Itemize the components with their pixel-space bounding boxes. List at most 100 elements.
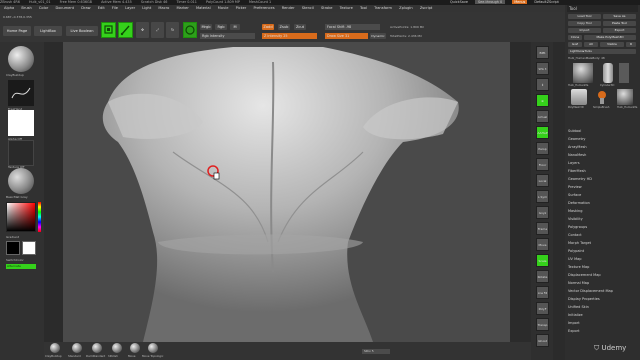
alternate-button[interactable]: Alternate (6, 264, 36, 269)
tool-menu-arraymesh[interactable]: ArrayMesh (568, 145, 587, 149)
see-through-slider[interactable]: See-through 0 (475, 0, 506, 4)
menu-zplugin[interactable]: Zplugin (399, 6, 413, 10)
zcut-button[interactable]: Zcut (294, 24, 306, 30)
local-button[interactable]: Local (536, 174, 549, 187)
brush-slot-move-topologic[interactable] (148, 343, 158, 353)
tool-thumb-polymesh[interactable] (619, 63, 629, 83)
draw-size-slider[interactable]: Draw Size 31 (325, 33, 368, 39)
tool-menu-vector-displacement-map[interactable]: Vector Displacement Map (568, 289, 613, 293)
tool-thumb-hulk[interactable] (573, 63, 593, 83)
r-button[interactable]: R (626, 42, 636, 47)
gxyz-button[interactable]: Gxyz (536, 206, 549, 219)
tool-menu-surface[interactable]: Surface (568, 193, 581, 197)
actual-button[interactable]: Actual (536, 110, 549, 123)
zsub-button[interactable]: Zsub (278, 24, 290, 30)
switch-color-button[interactable]: SwitchColor (6, 258, 24, 262)
transp-button[interactable]: Transp (536, 318, 549, 331)
menu-draw[interactable]: Draw (81, 6, 90, 10)
lightbox-button[interactable]: LightBox (34, 26, 62, 36)
tool-menu-import[interactable]: Import (568, 321, 580, 325)
color-picker[interactable] (6, 202, 36, 232)
brush-slot-move[interactable] (130, 343, 140, 353)
goz-button[interactable]: GoZ (568, 42, 582, 47)
brush-slot-hpolish[interactable] (112, 343, 122, 353)
paste-tool-button[interactable]: Paste Tool (603, 21, 636, 26)
tool-menu-deformation[interactable]: Deformation (568, 201, 590, 205)
line-fill-button[interactable]: Line Fill (536, 286, 549, 299)
menu-tool[interactable]: Tool (360, 6, 367, 10)
focal-shift-slider[interactable]: Focal Shift -98 (325, 24, 380, 30)
polyf-button[interactable]: PolyF (536, 302, 549, 315)
rgb-intensity-slider[interactable]: Rgb Intensity (200, 33, 255, 39)
dynamic-button[interactable]: Dynamic (370, 33, 386, 39)
tool-thumb-simplebrush[interactable] (593, 89, 611, 105)
tool-menu-texture-map[interactable]: Texture Map (568, 265, 589, 269)
tool-menu-uv-map[interactable]: UV Map (568, 257, 581, 261)
menu-texture[interactable]: Texture (340, 6, 353, 10)
lightbox-tools-button[interactable]: Lightbox▸Tools (568, 49, 636, 54)
tool-thumb-polymesh3d[interactable] (571, 89, 587, 105)
menu-movie[interactable]: Movie (218, 6, 229, 10)
home-page-button[interactable]: Home Page (3, 26, 31, 36)
m-button[interactable]: M (230, 24, 240, 30)
tool-menu-subtool[interactable]: Subtool (568, 129, 581, 133)
brush-selector[interactable] (8, 46, 34, 72)
rotate-mode-button[interactable]: ↻ (166, 22, 179, 38)
rotate-view-button[interactable]: Rotate (536, 270, 549, 283)
tool-menu-normal-map[interactable]: Normal Map (568, 281, 589, 285)
menu-transform[interactable]: Transform (374, 6, 392, 10)
frame-button[interactable]: Frame (536, 222, 549, 235)
zoom-button[interactable]: ⊕ (536, 94, 549, 107)
tool-menu-export[interactable]: Export (568, 329, 579, 333)
menu-file[interactable]: File (112, 6, 118, 10)
menus-button[interactable]: Menus (512, 0, 528, 4)
hue-slider[interactable] (38, 202, 41, 232)
bpr-button[interactable]: BPR (536, 46, 549, 59)
lsym-button[interactable]: L.Sym (536, 190, 549, 203)
ghost-button[interactable]: Ghost (536, 334, 549, 347)
brush-slot-damstandard[interactable] (92, 343, 102, 353)
menu-picker[interactable]: Picker (236, 6, 247, 10)
z-intensity-slider[interactable]: Z Intensity 25 (262, 33, 317, 39)
menu-brush[interactable]: Brush (21, 6, 31, 10)
tool-menu-contact[interactable]: Contact (568, 233, 582, 237)
import-button[interactable]: Import (568, 28, 601, 33)
menu-edit[interactable]: Edit (98, 6, 105, 10)
tool-menu-preview[interactable]: Preview (568, 185, 582, 189)
quicksave-button[interactable]: QuickSave (450, 0, 468, 4)
tool-menu-polygroups[interactable]: Polygroups (568, 225, 587, 229)
mrgb-button[interactable]: Mrgb (200, 24, 212, 30)
tool-thumb-hulk-2[interactable] (617, 89, 633, 105)
tool-menu-morph-target[interactable]: Morph Target (568, 241, 591, 245)
zadd-button[interactable]: Zadd (262, 24, 274, 30)
export-button[interactable]: Export (603, 28, 636, 33)
scale-view-button[interactable]: Scale (536, 254, 549, 267)
menu-stroke[interactable]: Stroke (321, 6, 332, 10)
main-color-swatch[interactable] (22, 241, 36, 255)
floor-button[interactable]: Floor (536, 158, 549, 171)
menu-layer[interactable]: Layer (125, 6, 135, 10)
menu-color[interactable]: Color (39, 6, 48, 10)
tool-menu-unified-skin[interactable]: Unified Skin (568, 305, 589, 309)
alpha-selector[interactable] (8, 110, 34, 136)
default-zscript-button[interactable]: DefaultZScript (534, 0, 559, 4)
tool-thumb-cylinder[interactable] (603, 63, 613, 83)
rgb-button[interactable]: Rgb (215, 24, 227, 30)
menu-preferences[interactable]: Preferences (253, 6, 274, 10)
menu-zscript[interactable]: Zscript (420, 6, 432, 10)
copy-tool-button[interactable]: Copy Tool (568, 21, 601, 26)
aahalf-button[interactable]: AAHalf (536, 126, 549, 139)
draw-mode-button[interactable] (118, 22, 133, 38)
clone-button[interactable]: Clone (568, 35, 582, 40)
sdiv-slider[interactable]: SDiv 5 (362, 349, 390, 354)
tool-menu-geometry-hd[interactable]: Geometry HD (568, 177, 592, 181)
material-selector[interactable] (8, 168, 34, 194)
menu-render[interactable]: Render (282, 6, 295, 10)
secondary-color-swatch[interactable] (6, 241, 20, 255)
tool-menu-nanomesh[interactable]: NanoMesh (568, 153, 586, 157)
stroke-selector[interactable] (8, 80, 34, 106)
menu-marker[interactable]: Marker (176, 6, 188, 10)
live-boolean-button[interactable]: Live Boolean (66, 26, 98, 36)
menu-macro[interactable]: Macro (158, 6, 169, 10)
persp-button[interactable]: Persp (536, 142, 549, 155)
